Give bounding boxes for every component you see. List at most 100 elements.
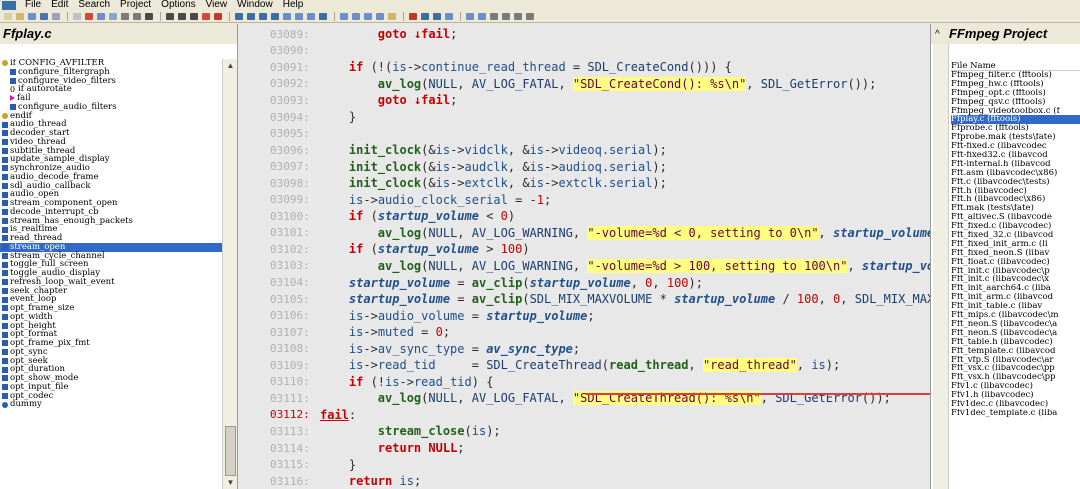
file-list-item[interactable]: Fft-fixed32.c (libavcod — [951, 151, 1080, 160]
toolbar-button-icon[interactable] — [213, 12, 223, 21]
file-list-item[interactable]: Fft_float.c (libavcodec) — [951, 258, 1080, 267]
file-list-item[interactable]: Fft_fixed.c (libavcodec) — [951, 222, 1080, 231]
toolbar-button-icon[interactable] — [432, 12, 442, 21]
file-list-item[interactable]: Ffprobe.mak (tests\fate) — [951, 133, 1080, 142]
menu-options[interactable]: Options — [156, 0, 200, 10]
file-list-item[interactable]: Fft_init.c (libavcodec\p — [951, 267, 1080, 276]
toolbar-button-icon[interactable] — [165, 12, 175, 21]
menu-help[interactable]: Help — [278, 0, 309, 10]
toolbar-button-icon[interactable] — [408, 12, 418, 21]
code-line[interactable]: 03113: stream_close(is); — [238, 423, 930, 440]
toolbar-button-icon[interactable] — [234, 12, 244, 21]
code-line[interactable]: 03107: is->muted = 0; — [238, 324, 930, 341]
symbol-item[interactable]: configure_audio_filters — [0, 102, 222, 112]
code-editor[interactable]: 03116: return is; 03115: } 03114: return N… — [238, 24, 930, 489]
code-line[interactable]: 03091: if (!(is->continue_read_thread = … — [238, 59, 930, 76]
toolbar-button-icon[interactable] — [513, 12, 523, 21]
toolbar-button-icon[interactable] — [282, 12, 292, 21]
code-line[interactable]: 03096: init_clock(&is->vidclk, &is->vide… — [238, 142, 930, 159]
code-line[interactable]: 03116: return is; — [238, 473, 930, 489]
toolbar-button-icon[interactable] — [120, 12, 130, 21]
toolbar-button-icon[interactable] — [270, 12, 280, 21]
code-line[interactable]: 03092: av_log(NULL, AV_LOG_FATAL, "SDL_C… — [238, 76, 930, 93]
file-list-item[interactable]: Fft.asm (libavcodec\x86) — [951, 169, 1080, 178]
code-line[interactable]: 03108: is->av_sync_type = av_sync_type; — [238, 340, 930, 357]
code-line[interactable]: 03099: is->audio_clock_serial = -1; — [238, 192, 930, 209]
toolbar-button-icon[interactable] — [3, 12, 13, 21]
code-line[interactable]: 03109: is->read_tid = SDL_CreateThread(r… — [238, 357, 930, 374]
menu-edit[interactable]: Edit — [46, 0, 73, 10]
file-list-item[interactable]: Fft_vsx.c (libavcodec\pp — [951, 364, 1080, 373]
toolbar-button-icon[interactable] — [489, 12, 499, 21]
symbol-item[interactable]: dummy — [0, 400, 222, 409]
file-list-item[interactable]: Fft_altivec.S (libavcode — [951, 213, 1080, 222]
file-list-item[interactable]: Fft_neon.S (libavcodec\a — [951, 320, 1080, 329]
code-line[interactable]: 03103: av_log(NULL, AV_LOG_WARNING, "-vo… — [238, 258, 930, 275]
toolbar-button-icon[interactable] — [306, 12, 316, 21]
menu-file[interactable]: File — [20, 0, 46, 10]
toolbar-button-icon[interactable] — [15, 12, 25, 21]
code-line[interactable]: 03095: — [238, 125, 930, 142]
file-list-item[interactable]: Ffprobe.c (fftools) — [951, 124, 1080, 133]
file-list-item[interactable]: Fft_init_arm.c (libavcod — [951, 293, 1080, 302]
file-list-item[interactable]: Fft_fixed_32.c (libavcod — [951, 231, 1080, 240]
code-line[interactable]: 03110: if (!is->read_tid) { — [238, 374, 930, 391]
file-list-item[interactable]: Fft_init_aarch64.c (liba — [951, 284, 1080, 293]
file-list[interactable]: Ffmpeg_filter.c (fftools) Ffmpeg_hw.c (ff… — [951, 71, 1080, 489]
toolbar-button-icon[interactable] — [51, 12, 61, 21]
code-line[interactable]: 03105: startup_volume = av_clip(SDL_MIX_… — [238, 291, 930, 308]
file-list-item[interactable]: Ffmpeg_filter.c (fftools) — [951, 71, 1080, 80]
toolbar-button-icon[interactable] — [96, 12, 106, 21]
code-line[interactable]: 03093: goto ↓fail; — [238, 92, 930, 109]
project-scrollbar[interactable] — [933, 44, 949, 489]
file-list-item[interactable]: Fft_fixed_neon.S (libav — [951, 249, 1080, 258]
file-list-item[interactable]: Ffplay.c (fftools) — [951, 115, 1080, 125]
file-name-header[interactable]: File Name — [951, 61, 1080, 71]
code-line[interactable]: 03089: goto ↓fail; — [238, 26, 930, 43]
file-list-item[interactable]: Fft_fixed_init_arm.c (li — [951, 240, 1080, 249]
symbol-scrollbar[interactable]: ▲ ▼ — [222, 59, 237, 489]
code-line[interactable]: 03101: av_log(NULL, AV_LOG_WARNING, "-vo… — [238, 225, 930, 242]
file-list-item[interactable]: Fft_neon.S (libavcodec\a — [951, 329, 1080, 338]
file-list-item[interactable]: Fft_mips.c (libavcodec\m — [951, 311, 1080, 320]
toolbar-button-icon[interactable] — [387, 12, 397, 21]
toolbar-button-icon[interactable] — [39, 12, 49, 21]
toolbar-button-icon[interactable] — [294, 12, 304, 21]
file-list-item[interactable]: Fft_init.c (libavcodec\x — [951, 275, 1080, 284]
toolbar-button-icon[interactable] — [189, 12, 199, 21]
code-line[interactable]: 03097: init_clock(&is->audclk, &is->audi… — [238, 158, 930, 175]
toolbar-button-icon[interactable] — [444, 12, 454, 21]
code-line[interactable]: 03114: return NULL; — [238, 440, 930, 457]
code-line[interactable]: 03115: } — [238, 456, 930, 473]
file-list-item[interactable]: Fft.h (libavcodec\x86) — [951, 195, 1080, 204]
file-list-item[interactable]: Ffv1dec.c (libavcodec) — [951, 400, 1080, 409]
toolbar-button-icon[interactable] — [420, 12, 430, 21]
file-list-item[interactable]: Fft_init_table.c (libav — [951, 302, 1080, 311]
file-list-item[interactable]: Ffmpeg_hw.c (fftools) — [951, 80, 1080, 89]
toolbar-button-icon[interactable] — [363, 12, 373, 21]
toolbar-button-icon[interactable] — [258, 12, 268, 21]
scroll-down-icon[interactable]: ▼ — [226, 478, 235, 487]
toolbar-button-icon[interactable] — [318, 12, 328, 21]
file-list-item[interactable]: Ffv1.h (libavcodec) — [951, 391, 1080, 400]
code-line[interactable]: 03104: startup_volume = av_clip(startup_… — [238, 274, 930, 291]
symbol-list[interactable]: if CONFIG_AVFILTER configure_filtergraph c… — [0, 59, 222, 489]
file-list-item[interactable]: Fft.h (libavcodec) — [951, 187, 1080, 196]
toolbar-button-icon[interactable] — [246, 12, 256, 21]
file-list-item[interactable]: Ffmpeg_opt.c (fftools) — [951, 89, 1080, 98]
toolbar-button-icon[interactable] — [501, 12, 511, 21]
menu-search[interactable]: Search — [73, 0, 115, 10]
toolbar-button-icon[interactable] — [201, 12, 211, 21]
scrollbar-thumb[interactable] — [225, 426, 236, 476]
scroll-up-icon[interactable]: ▲ — [226, 61, 235, 70]
toolbar-button-icon[interactable] — [525, 12, 535, 21]
toolbar-button-icon[interactable] — [84, 12, 94, 21]
toolbar-button-icon[interactable] — [477, 12, 487, 21]
file-list-item[interactable]: Fft-fixed.c (libavcodec — [951, 142, 1080, 151]
code-line[interactable]: 03098: init_clock(&is->extclk, &is->extc… — [238, 175, 930, 192]
file-list-item[interactable]: Fft_template.c (libavcod — [951, 347, 1080, 356]
toolbar-button-icon[interactable] — [144, 12, 154, 21]
code-line[interactable]: 03094: } — [238, 109, 930, 126]
toolbar-button-icon[interactable] — [177, 12, 187, 21]
symbol-item[interactable]: 0 if autorotate — [0, 85, 222, 94]
